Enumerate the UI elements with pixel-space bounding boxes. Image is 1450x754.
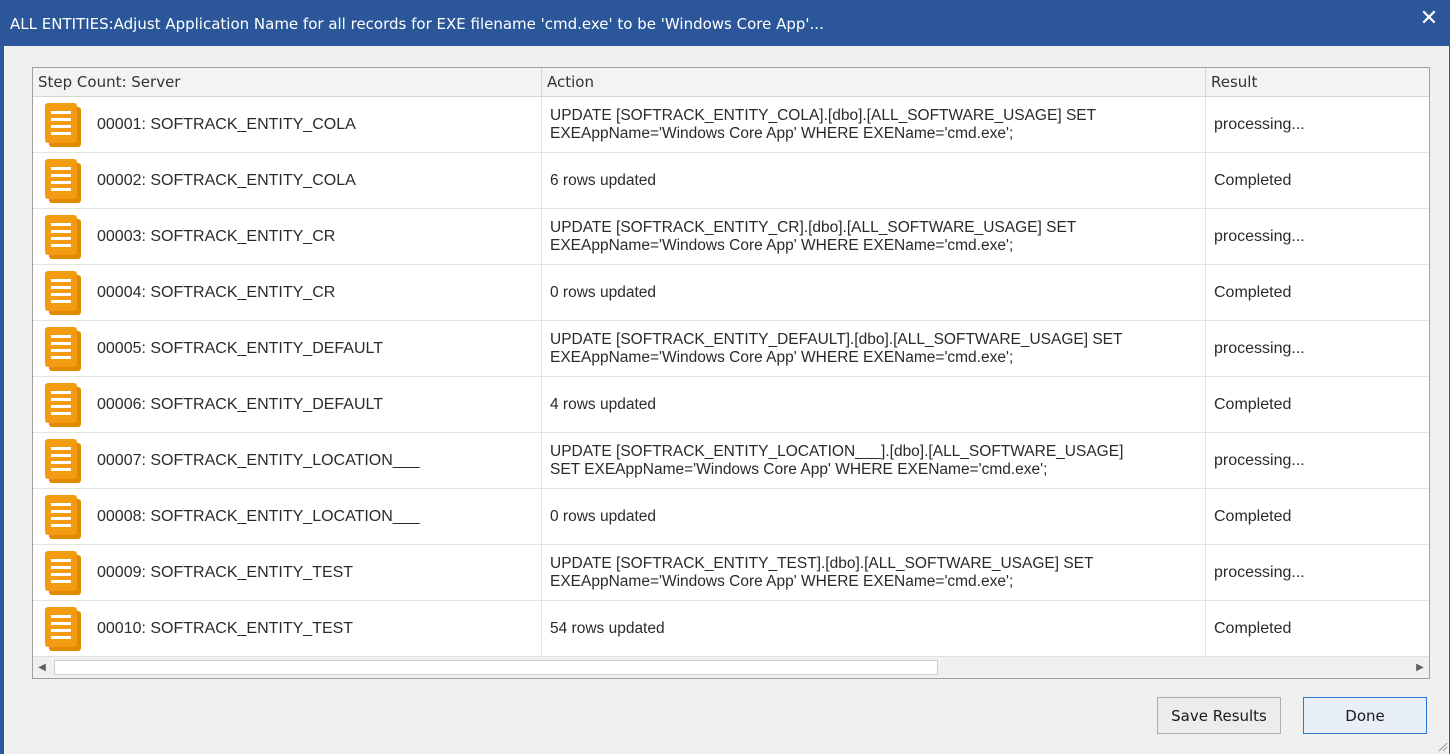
result-text: processing...	[1214, 227, 1305, 245]
column-header-action[interactable]: Action	[542, 68, 1206, 96]
result-text: Completed	[1214, 283, 1292, 301]
cell-result: processing...	[1206, 545, 1429, 600]
table-row[interactable]: 00006: SOFTRACK_ENTITY_DEFAULT 4 rows up…	[33, 377, 1429, 433]
scroll-right-arrow-icon[interactable]: ▶	[1411, 657, 1429, 678]
server-label: 00002: SOFTRACK_ENTITY_COLA	[97, 172, 356, 189]
server-label: 00004: SOFTRACK_ENTITY_CR	[97, 284, 336, 301]
result-text: Completed	[1214, 507, 1292, 525]
cell-result: Completed	[1206, 153, 1429, 208]
scroll-left-arrow-icon[interactable]: ◀	[33, 657, 51, 678]
result-text: Completed	[1214, 171, 1292, 189]
document-icon	[45, 607, 81, 651]
cell-result: processing...	[1206, 209, 1429, 264]
document-icon	[45, 383, 81, 427]
action-text: 0 rows updated	[550, 283, 656, 301]
dialog-title: ALL ENTITIES:Adjust Application Name for…	[10, 15, 824, 33]
cell-server: 00003: SOFTRACK_ENTITY_CR	[33, 209, 542, 264]
document-icon	[45, 159, 81, 203]
server-label: 00003: SOFTRACK_ENTITY_CR	[97, 228, 336, 245]
results-grid[interactable]: Step Count: Server Action Result 00001: …	[32, 67, 1430, 679]
cell-result: Completed	[1206, 377, 1429, 432]
cell-action: UPDATE [SOFTRACK_ENTITY_DEFAULT].[dbo].[…	[542, 321, 1206, 376]
resize-grip-icon[interactable]	[1436, 740, 1448, 752]
document-icon	[45, 215, 81, 259]
column-header-result[interactable]: Result	[1206, 68, 1429, 96]
horizontal-scrollbar[interactable]: ◀ ▶	[33, 656, 1429, 678]
cell-action: UPDATE [SOFTRACK_ENTITY_TEST].[dbo].[ALL…	[542, 545, 1206, 600]
grid-header: Step Count: Server Action Result	[33, 68, 1429, 97]
action-text: UPDATE [SOFTRACK_ENTITY_COLA].[dbo].[ALL…	[550, 106, 1097, 142]
grid-rows: 00001: SOFTRACK_ENTITY_COLA UPDATE [SOFT…	[33, 97, 1429, 657]
action-text: UPDATE [SOFTRACK_ENTITY_DEFAULT].[dbo].[…	[550, 330, 1123, 366]
cell-action: 6 rows updated	[542, 153, 1206, 208]
server-label: 00008: SOFTRACK_ENTITY_LOCATION___	[97, 508, 420, 525]
cell-result: Completed	[1206, 601, 1429, 656]
done-button[interactable]: Done	[1303, 697, 1427, 734]
column-header-server[interactable]: Step Count: Server	[33, 68, 542, 96]
close-button[interactable]: ✕	[1416, 6, 1442, 32]
cell-action: UPDATE [SOFTRACK_ENTITY_LOCATION___].[db…	[542, 433, 1206, 488]
cell-action: 4 rows updated	[542, 377, 1206, 432]
title-bar[interactable]: ALL ENTITIES:Adjust Application Name for…	[0, 0, 1450, 46]
document-icon	[45, 495, 81, 539]
action-text: UPDATE [SOFTRACK_ENTITY_TEST].[dbo].[ALL…	[550, 554, 1094, 590]
action-text: 54 rows updated	[550, 619, 665, 637]
document-icon	[45, 327, 81, 371]
table-row[interactable]: 00010: SOFTRACK_ENTITY_TEST 54 rows upda…	[33, 601, 1429, 657]
server-label: 00007: SOFTRACK_ENTITY_LOCATION___	[97, 452, 420, 469]
cell-result: processing...	[1206, 321, 1429, 376]
cell-action: UPDATE [SOFTRACK_ENTITY_CR].[dbo].[ALL_S…	[542, 209, 1206, 264]
result-text: processing...	[1214, 563, 1305, 581]
table-row[interactable]: 00009: SOFTRACK_ENTITY_TEST UPDATE [SOFT…	[33, 545, 1429, 601]
cell-server: 00008: SOFTRACK_ENTITY_LOCATION___	[33, 489, 542, 544]
cell-server: 00001: SOFTRACK_ENTITY_COLA	[33, 97, 542, 152]
cell-server: 00002: SOFTRACK_ENTITY_COLA	[33, 153, 542, 208]
cell-server: 00009: SOFTRACK_ENTITY_TEST	[33, 545, 542, 600]
cell-action: 0 rows updated	[542, 265, 1206, 320]
server-label: 00005: SOFTRACK_ENTITY_DEFAULT	[97, 340, 384, 357]
action-text: 6 rows updated	[550, 171, 656, 189]
table-row[interactable]: 00004: SOFTRACK_ENTITY_CR 0 rows updated…	[33, 265, 1429, 321]
server-label: 00001: SOFTRACK_ENTITY_COLA	[97, 116, 356, 133]
result-text: processing...	[1214, 115, 1305, 133]
result-text: Completed	[1214, 395, 1292, 413]
cell-action: 54 rows updated	[542, 601, 1206, 656]
result-text: Completed	[1214, 619, 1292, 637]
table-row[interactable]: 00001: SOFTRACK_ENTITY_COLA UPDATE [SOFT…	[33, 97, 1429, 153]
save-results-button[interactable]: Save Results	[1157, 697, 1281, 734]
cell-result: Completed	[1206, 489, 1429, 544]
table-row[interactable]: 00008: SOFTRACK_ENTITY_LOCATION___ 0 row…	[33, 489, 1429, 545]
cell-server: 00007: SOFTRACK_ENTITY_LOCATION___	[33, 433, 542, 488]
table-row[interactable]: 00002: SOFTRACK_ENTITY_COLA 6 rows updat…	[33, 153, 1429, 209]
server-label: 00009: SOFTRACK_ENTITY_TEST	[97, 564, 354, 581]
cell-result: processing...	[1206, 433, 1429, 488]
server-label: 00010: SOFTRACK_ENTITY_TEST	[97, 620, 354, 637]
cell-server: 00005: SOFTRACK_ENTITY_DEFAULT	[33, 321, 542, 376]
table-row[interactable]: 00003: SOFTRACK_ENTITY_CR UPDATE [SOFTRA…	[33, 209, 1429, 265]
document-icon	[45, 439, 81, 483]
document-icon	[45, 551, 81, 595]
cell-action: UPDATE [SOFTRACK_ENTITY_COLA].[dbo].[ALL…	[542, 97, 1206, 152]
cell-server: 00006: SOFTRACK_ENTITY_DEFAULT	[33, 377, 542, 432]
table-row[interactable]: 00007: SOFTRACK_ENTITY_LOCATION___ UPDAT…	[33, 433, 1429, 489]
document-icon	[45, 103, 81, 147]
cell-server: 00004: SOFTRACK_ENTITY_CR	[33, 265, 542, 320]
action-text: UPDATE [SOFTRACK_ENTITY_CR].[dbo].[ALL_S…	[550, 218, 1077, 254]
cell-server: 00010: SOFTRACK_ENTITY_TEST	[33, 601, 542, 656]
action-text: 4 rows updated	[550, 395, 656, 413]
server-label: 00006: SOFTRACK_ENTITY_DEFAULT	[97, 396, 384, 413]
cell-action: 0 rows updated	[542, 489, 1206, 544]
scroll-thumb[interactable]	[54, 660, 938, 675]
document-icon	[45, 271, 81, 315]
table-row[interactable]: 00005: SOFTRACK_ENTITY_DEFAULT UPDATE [S…	[33, 321, 1429, 377]
cell-result: processing...	[1206, 97, 1429, 152]
cell-result: Completed	[1206, 265, 1429, 320]
result-text: processing...	[1214, 339, 1305, 357]
result-text: processing...	[1214, 451, 1305, 469]
action-text: 0 rows updated	[550, 507, 656, 525]
action-text: UPDATE [SOFTRACK_ENTITY_LOCATION___].[db…	[550, 442, 1124, 478]
